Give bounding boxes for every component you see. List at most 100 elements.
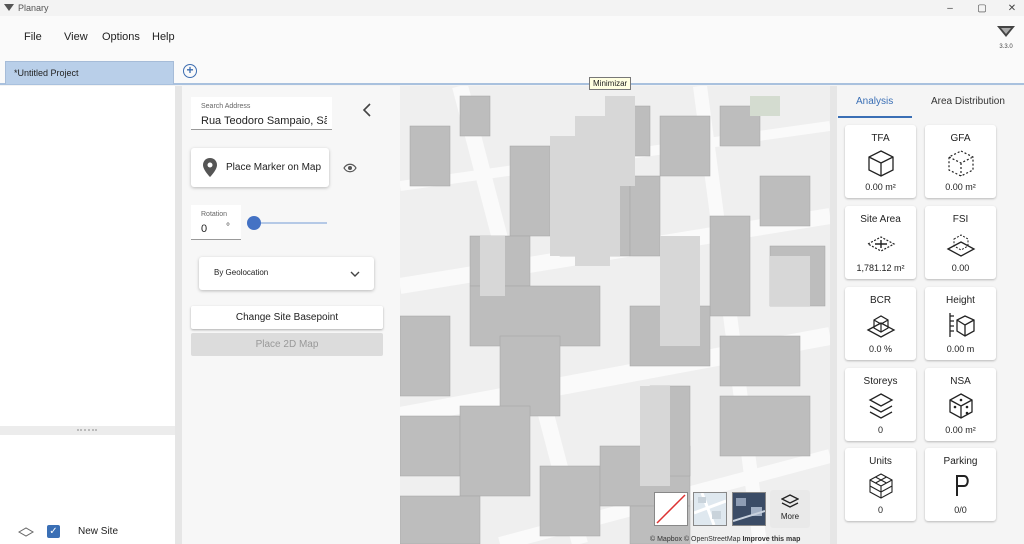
metric-tfa: TFA 0.00 m² — [845, 125, 916, 198]
map-style-satellite[interactable] — [732, 492, 766, 526]
metric-value: 0.00 — [951, 263, 970, 273]
attribution-text: © Mapbox © OpenStreetMap — [650, 536, 741, 543]
vertical-splitter-left[interactable] — [175, 86, 182, 544]
metric-value: 0/0 — [954, 505, 967, 515]
project-tab-bar: *Untitled Project + — [0, 58, 1024, 85]
units-icon — [869, 473, 893, 499]
improve-map-link[interactable]: Improve this map — [742, 536, 800, 543]
site-checkbox[interactable]: ✓ — [47, 525, 60, 538]
metric-title: Storeys — [863, 376, 898, 387]
map-style-none[interactable] — [654, 492, 688, 526]
change-basepoint-button[interactable]: Change Site Basepoint — [191, 306, 383, 329]
metric-bcr: BCR 0.0 % — [845, 287, 916, 360]
metric-title: NSA — [950, 376, 971, 387]
metric-title: FSI — [952, 214, 969, 225]
map-pin-icon — [203, 158, 217, 177]
rotation-unit: ° — [226, 222, 230, 233]
site-label[interactable]: New Site — [78, 526, 118, 537]
metric-title: BCR — [869, 295, 892, 306]
metric-title: Parking — [943, 456, 978, 467]
menu-view[interactable]: View — [64, 31, 88, 43]
menu-file[interactable]: File — [24, 31, 42, 43]
chevron-left-icon[interactable] — [362, 103, 372, 117]
active-tab-indicator — [838, 116, 912, 118]
nsa-icon — [949, 393, 973, 419]
metric-title: GFA — [950, 133, 971, 144]
site-form-panel: Search Address Rua Teodoro Sampaio, São … — [182, 86, 400, 544]
rotation-field[interactable]: Rotation 0 ° — [191, 205, 241, 240]
metric-site-area: Site Area 1,781.12 m² — [845, 206, 916, 279]
search-address-field[interactable]: Search Address Rua Teodoro Sampaio, São — [191, 97, 332, 130]
close-button[interactable]: ✕ — [1002, 0, 1022, 16]
map-style-light[interactable] — [693, 492, 727, 526]
geolocation-select-value: By Geolocation — [214, 268, 269, 277]
tab-area-distribution[interactable]: Area Distribution — [931, 96, 1005, 107]
menu-options[interactable]: Options — [102, 31, 140, 43]
metric-nsa: NSA 0.00 m² — [925, 368, 996, 441]
metric-title: Site Area — [860, 214, 901, 225]
layers-icon — [868, 393, 894, 419]
more-label: More — [780, 512, 800, 521]
geolocation-select[interactable]: By Geolocation — [199, 257, 374, 290]
fsi-icon — [946, 234, 976, 257]
satellite-map-icon — [732, 498, 766, 522]
metric-value: 0 — [877, 425, 883, 435]
tooltip: Minimizar — [589, 77, 632, 90]
search-address-label: Search Address — [201, 103, 251, 110]
metric-title: Height — [946, 295, 975, 306]
metric-height: Height 0.00 m — [925, 287, 996, 360]
rotation-slider-thumb[interactable] — [247, 216, 261, 230]
cube-icon — [868, 150, 894, 177]
tab-untitled-project[interactable]: *Untitled Project — [5, 61, 174, 84]
rotation-slider-track[interactable] — [255, 222, 327, 224]
no-style-icon — [656, 494, 686, 524]
metric-value: 0 — [877, 505, 883, 515]
search-address-input[interactable]: Rua Teodoro Sampaio, São — [201, 115, 327, 127]
eye-icon[interactable] — [343, 163, 357, 173]
planary-logo-icon — [997, 26, 1015, 37]
bcr-icon — [866, 315, 896, 338]
horizontal-splitter[interactable] — [0, 426, 175, 435]
tab-analysis[interactable]: Analysis — [856, 96, 893, 107]
metric-units: Units 0 — [845, 448, 916, 521]
light-map-icon — [693, 492, 727, 526]
rotation-input[interactable]: 0 — [201, 223, 207, 235]
menu-bar: File View Options Help 3.3.0 — [0, 16, 1024, 58]
metric-value: 0.0 % — [868, 344, 892, 354]
metric-value: 0.00 m — [946, 344, 975, 354]
map-3d-view[interactable] — [400, 86, 830, 544]
chevron-down-icon — [350, 271, 360, 277]
layers-icon — [780, 494, 800, 508]
height-icon — [949, 313, 975, 337]
menu-help[interactable]: Help — [152, 31, 175, 43]
place-2d-map-button[interactable]: Place 2D Map — [191, 333, 383, 356]
app-logo: 3.3.0 — [996, 24, 1016, 50]
map-attribution: © Mapbox © OpenStreetMap Improve this ma… — [650, 536, 800, 543]
more-layers-button[interactable]: More — [770, 490, 810, 528]
version-label: 3.3.0 — [999, 44, 1013, 50]
metric-title: TFA — [871, 133, 890, 144]
metric-gfa: GFA 0.00 m² — [925, 125, 996, 198]
site-diamond-icon — [18, 527, 34, 537]
rotation-label: Rotation — [201, 211, 228, 218]
minimize-button[interactable]: – — [940, 0, 960, 16]
metric-value: 1,781.12 m² — [856, 263, 905, 273]
place-marker-label: Place Marker on Map — [226, 162, 322, 173]
metric-title: Units — [869, 456, 892, 467]
vertical-splitter-right[interactable] — [830, 86, 837, 544]
site-area-icon — [866, 236, 896, 252]
metric-fsi: FSI 0.00 — [925, 206, 996, 279]
metric-value: 0.00 m² — [865, 182, 896, 192]
cube-dashed-icon — [948, 150, 974, 177]
maximize-button[interactable]: ▢ — [972, 0, 992, 16]
title-bar: Planary — [0, 0, 1024, 16]
metric-parking: Parking 0/0 — [925, 448, 996, 521]
place-marker-button[interactable]: Place Marker on Map — [191, 148, 329, 187]
metric-value: 0.00 m² — [945, 425, 976, 435]
plus-circle-icon[interactable]: + — [183, 64, 197, 78]
metric-value: 0.00 m² — [945, 182, 976, 192]
app-logo-icon — [4, 4, 14, 11]
metric-storeys: Storeys 0 — [845, 368, 916, 441]
parking-icon — [956, 475, 969, 496]
window-title: Planary — [18, 3, 49, 13]
